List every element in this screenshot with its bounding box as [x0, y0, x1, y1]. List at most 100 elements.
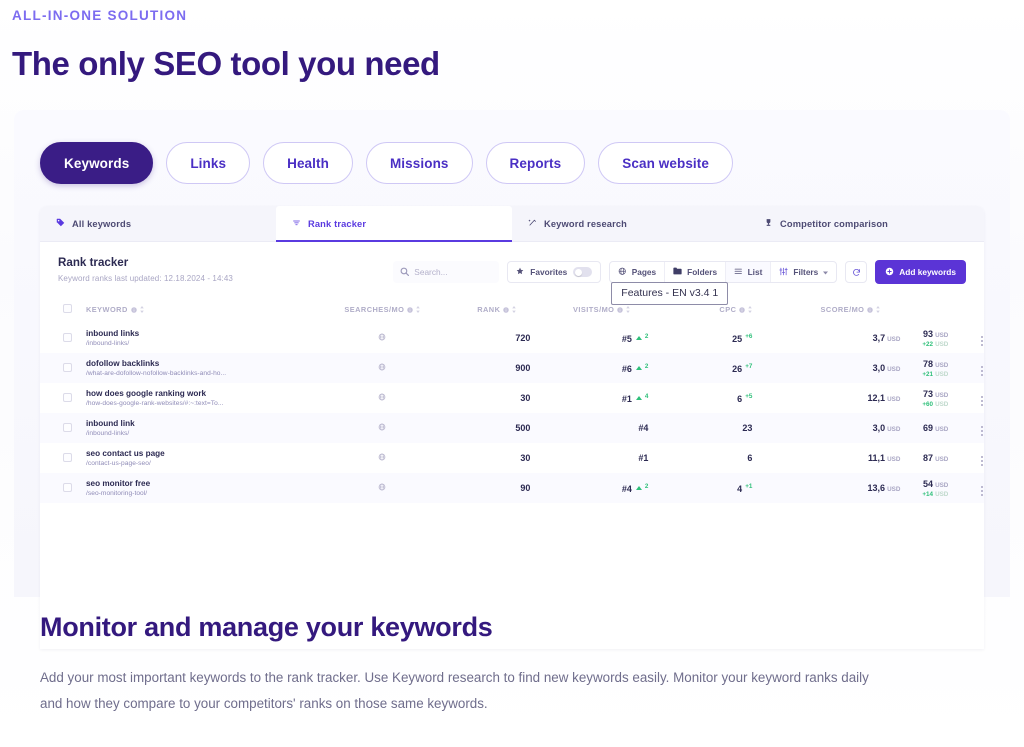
pages-button[interactable]: Pages	[610, 262, 664, 282]
tab-rank-tracker[interactable]: Rank tracker	[276, 206, 512, 243]
keyword-url[interactable]: /contact-us-page-seo/	[86, 460, 322, 467]
nav-pill-missions[interactable]: Missions	[365, 142, 473, 184]
sort-icon	[876, 306, 881, 313]
tab-competitor-comparison[interactable]: Competitor comparison	[748, 206, 984, 241]
cpc-value: 3,0	[872, 423, 886, 433]
rank-delta: 2	[644, 332, 649, 340]
header-searches-label: SEARCHES/MO	[344, 305, 405, 314]
keyword-name[interactable]: seo contact us page	[86, 449, 322, 458]
keyword-url[interactable]: /inbound-links/	[86, 340, 322, 347]
favorites-toggle[interactable]: Favorites	[507, 261, 602, 283]
refresh-button[interactable]	[845, 261, 868, 283]
tab-label: All keywords	[72, 218, 132, 229]
row-menu-button[interactable]	[981, 486, 984, 496]
add-keywords-button[interactable]: Add keywords	[875, 260, 966, 284]
rank-up-arrow-icon	[635, 396, 642, 401]
row-menu-button[interactable]	[981, 396, 984, 406]
row-checkbox[interactable]	[62, 482, 72, 492]
cpc-cell: 3,0 USD	[782, 353, 922, 383]
searches-value: 30	[520, 453, 531, 463]
search-input[interactable]: Search...	[393, 261, 500, 283]
header-rank[interactable]: RANK	[442, 298, 552, 323]
bottom-heading: Monitor and manage your keywords	[40, 612, 493, 642]
favorites-switch[interactable]	[573, 267, 593, 277]
header-score[interactable]: SCORE/MO	[782, 298, 922, 323]
add-keywords-label: Add keywords	[899, 267, 956, 277]
globe-icon	[378, 333, 386, 343]
keyword-url[interactable]: /seo-monitoring-tool/	[86, 490, 322, 497]
row-checkbox[interactable]	[62, 332, 72, 342]
filters-button[interactable]: Filters	[770, 262, 836, 282]
info-icon	[739, 306, 746, 313]
globe-icon	[378, 483, 386, 493]
table-row[interactable]: inbound links/inbound-links/720 #5 2 25 +6 3,…	[40, 323, 984, 353]
searches-cell: 30	[442, 443, 552, 473]
table-row[interactable]: dofollow backlinks/what-are-dofollow-nof…	[40, 353, 984, 383]
rank-cell: #1	[552, 443, 672, 473]
header-keyword[interactable]: KEYWORD	[80, 298, 322, 323]
row-menu-button[interactable]	[981, 426, 984, 436]
cpc-cell: 13,6 USD	[782, 473, 922, 503]
table-row[interactable]: how does google ranking work/how-does-go…	[40, 383, 984, 413]
row-checkbox[interactable]	[62, 392, 72, 402]
tab-keyword-research[interactable]: Keyword research	[512, 206, 748, 241]
table-row[interactable]: seo contact us page/contact-us-page-seo/…	[40, 443, 984, 473]
keyword-name[interactable]: inbound links	[86, 329, 322, 338]
keyword-url[interactable]: /how-does-google-rank-websites/#:~:text=…	[86, 400, 322, 407]
nav-pill-links[interactable]: Links	[166, 142, 251, 184]
info-icon	[503, 306, 510, 313]
nav-pill-keywords[interactable]: Keywords	[40, 142, 154, 184]
row-menu-button[interactable]	[981, 456, 984, 466]
star-icon	[516, 267, 524, 277]
rank-delta: 4	[644, 392, 649, 400]
table-row[interactable]: inbound link/inbound-links/500 #4 23 3,0 USD…	[40, 413, 984, 443]
rank-waves-icon	[292, 218, 301, 229]
row-select-cell	[40, 473, 80, 503]
table-row[interactable]: seo monitor free/seo-monitoring-tool/90 #…	[40, 473, 984, 503]
score-cell: 93 USD +22 USD	[922, 323, 980, 353]
searches-cell: 90	[442, 473, 552, 503]
row-checkbox[interactable]	[62, 362, 72, 372]
row-checkbox[interactable]	[62, 422, 72, 432]
keyword-url[interactable]: /what-are-dofollow-nofollow-backlinks-an…	[86, 370, 322, 377]
searches-value: 720	[515, 333, 531, 343]
rank-value: #4	[638, 423, 649, 433]
nav-pill-reports[interactable]: Reports	[485, 142, 586, 184]
score-value: 73	[923, 388, 934, 399]
folders-button[interactable]: Folders	[664, 262, 725, 282]
keywords-table: KEYWORD SEARCHES/MO RANK VISITS/MO CPC S…	[40, 298, 984, 503]
visits-value: 26	[732, 363, 743, 374]
keyword-name[interactable]: seo monitor free	[86, 479, 322, 488]
app-preview-card: Keywords Links Health Missions Reports Scan w…	[14, 110, 1010, 649]
cpc-cell: 11,1 USD	[782, 443, 922, 473]
score-delta: +14	[922, 490, 934, 498]
keyword-cell: inbound links/inbound-links/	[80, 323, 322, 353]
primary-nav-pills: Keywords Links Health Missions Reports Scan w…	[14, 110, 1010, 184]
row-actions-cell	[980, 353, 984, 383]
filters-label: Filters	[793, 267, 819, 277]
list-view-button[interactable]: List	[725, 262, 771, 282]
nav-pill-health[interactable]: Health	[263, 142, 353, 184]
tab-all-keywords[interactable]: All keywords	[40, 206, 276, 241]
visits-cell: 23	[672, 413, 782, 443]
rank-value: #4	[621, 483, 632, 494]
info-icon	[617, 306, 624, 313]
keyword-cell: dofollow backlinks/what-are-dofollow-nof…	[80, 353, 322, 383]
searches-cell: 30	[442, 383, 552, 413]
visits-value: 25	[732, 333, 743, 344]
keyword-name[interactable]: how does google ranking work	[86, 389, 322, 398]
keyword-name[interactable]: dofollow backlinks	[86, 359, 322, 368]
visits-value: 23	[742, 423, 753, 433]
row-menu-button[interactable]	[981, 336, 984, 346]
pages-label: Pages	[631, 267, 657, 277]
header-searches[interactable]: SEARCHES/MO	[322, 298, 442, 323]
row-menu-button[interactable]	[981, 366, 984, 376]
row-checkbox[interactable]	[62, 452, 72, 462]
folders-label: Folders	[687, 267, 718, 277]
nav-pill-scan-website[interactable]: Scan website	[598, 142, 733, 184]
tag-icon	[56, 218, 65, 229]
search-engine-cell	[322, 443, 442, 473]
keyword-name[interactable]: inbound link	[86, 419, 322, 428]
select-all-checkbox[interactable]	[62, 304, 72, 313]
keyword-url[interactable]: /inbound-links/	[86, 430, 322, 437]
